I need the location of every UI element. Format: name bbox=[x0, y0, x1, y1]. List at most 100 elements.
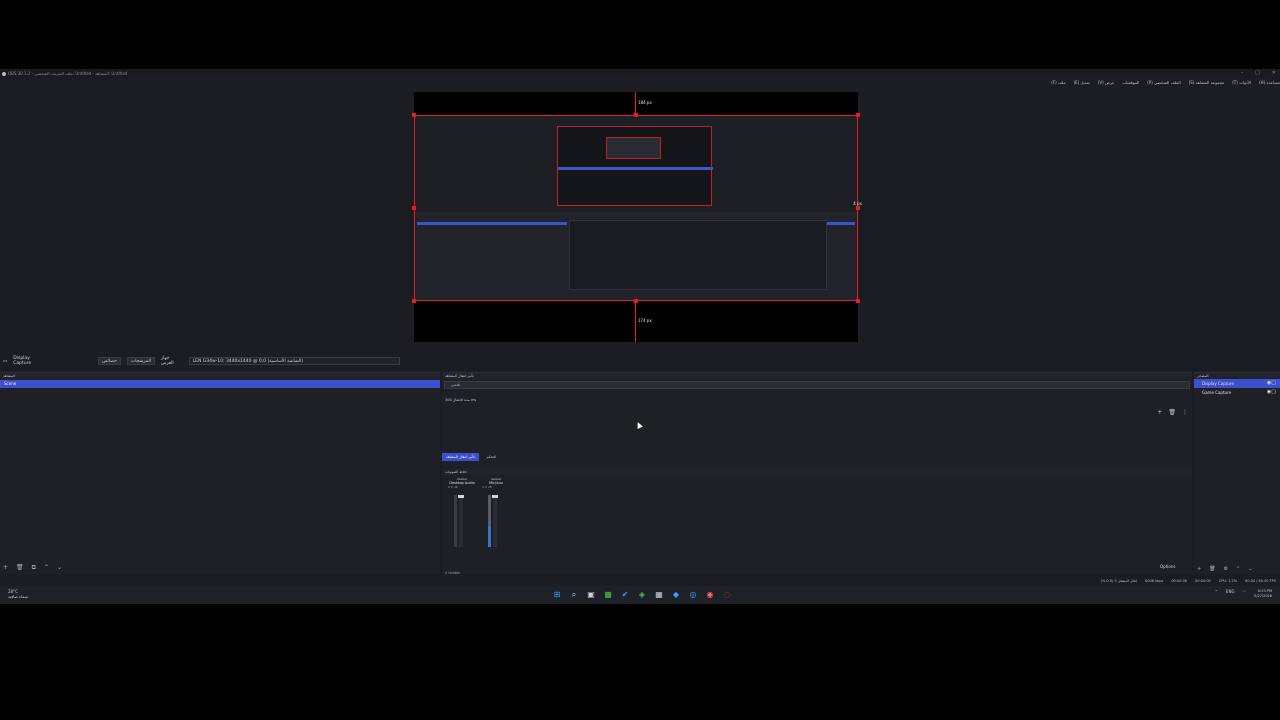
source-item[interactable]: Display Capture ◉▢ bbox=[1194, 379, 1280, 388]
task-view-icon[interactable]: ▣ bbox=[586, 590, 596, 600]
sources-dock: المصادر Display Capture ◉▢ Game Capture … bbox=[1194, 372, 1280, 574]
menu-tools[interactable]: الأدوات (T) bbox=[1232, 78, 1251, 87]
add-source-icon[interactable]: + bbox=[1197, 566, 1201, 572]
scene-filters-icon[interactable]: ⧉ bbox=[32, 564, 36, 572]
duration-label: مدة الانتقال bbox=[452, 398, 470, 402]
title-bar: OBS 30.1.2 - ملف التعريف الشخصي: Untitle… bbox=[0, 69, 1280, 78]
selected-source-name: Display Capture bbox=[13, 356, 32, 366]
display-select[interactable]: LEN G34w-10: 3440x1440 @ 0,0 (الشاشة الأ… bbox=[188, 357, 400, 365]
maximize-button[interactable]: □ bbox=[1255, 69, 1260, 78]
options-button[interactable]: Options bbox=[1160, 564, 1175, 569]
resize-handle-l[interactable] bbox=[412, 206, 416, 210]
move-up-icon[interactable]: ⌃ bbox=[44, 564, 49, 572]
tab-controls[interactable]: التحكم bbox=[483, 453, 501, 461]
clock[interactable]: 8:33 PM 5/27/2026 bbox=[1254, 589, 1272, 599]
captured-source-row bbox=[827, 222, 855, 225]
nested-inner-preview bbox=[606, 137, 661, 159]
rec-time: 00:00:06 bbox=[1171, 579, 1188, 583]
volume-meter bbox=[488, 495, 491, 547]
menu-file[interactable]: ملف (F) bbox=[1051, 78, 1065, 87]
app-icon[interactable]: ▦ bbox=[654, 590, 664, 600]
volume-fader[interactable] bbox=[492, 495, 498, 547]
transitions-dock: تأثير انتقال المشاهد تلاشي مدة الانتقال … bbox=[442, 372, 1192, 575]
menu-edit[interactable]: تعديل (E) bbox=[1074, 78, 1090, 87]
menu-view[interactable]: عرض (V) bbox=[1098, 78, 1115, 87]
app-icon[interactable]: ✔ bbox=[620, 590, 630, 600]
captured-scene-row bbox=[417, 222, 567, 225]
tab-transitions[interactable]: تأثير انتقال المشاهد bbox=[442, 453, 479, 461]
app-icon[interactable]: ◉ bbox=[705, 590, 715, 600]
channel-db: 0.0 dB bbox=[448, 485, 458, 489]
taskbar: 28°C سماء صافية ⊞ ⌕ ▣ ■ ✔ ◈ ▦ ◆ ◎ ◉ ◌ ⌃ … bbox=[0, 586, 1280, 604]
source-toolbar: ▭ Display Capture خصائص المرشحات جهاز ال… bbox=[0, 356, 400, 366]
captured-ui-band bbox=[415, 212, 857, 300]
source-settings-icon[interactable]: ⚙ bbox=[1224, 566, 1228, 572]
transition-menu-icon[interactable]: ⋮ bbox=[1182, 409, 1188, 416]
search-icon[interactable]: ⌕ bbox=[569, 590, 579, 600]
stream-time: 00:00:00 bbox=[1195, 579, 1211, 583]
dropped-frames: إطار المشغل 0 (0.0 %) bbox=[1100, 579, 1137, 583]
display-label: جهاز العرض bbox=[160, 356, 174, 366]
selected-source-bounds[interactable] bbox=[414, 115, 858, 301]
add-transition-icon[interactable]: + bbox=[1157, 409, 1162, 416]
transition-type-select[interactable]: تلاشي bbox=[444, 381, 1190, 389]
source-item[interactable]: Game Capture ◉▢ bbox=[1194, 388, 1280, 397]
menu-help[interactable]: مساعدة (H) bbox=[1259, 78, 1280, 87]
menu-bar: ملف (F) تعديل (E) عرض (V) الموقفيات المل… bbox=[0, 78, 1280, 87]
fps: 60.00 / 60.00 FPS bbox=[1245, 579, 1276, 583]
preview-canvas[interactable]: 184 px 4 px 174 px bbox=[412, 92, 862, 342]
close-button[interactable]: ✕ bbox=[1272, 69, 1276, 78]
captured-dock bbox=[569, 220, 827, 290]
visibility-lock-icon[interactable]: ◉▢ bbox=[1267, 379, 1276, 388]
channel-db: 0.0 dB bbox=[482, 485, 492, 489]
remove-source-icon[interactable]: 🗑 bbox=[1209, 566, 1215, 572]
move-up-icon[interactable]: ⌃ bbox=[1236, 566, 1240, 572]
menu-scene-collection[interactable]: مجموعة المشاهد (S) bbox=[1189, 78, 1225, 87]
preview-area[interactable]: 184 px 4 px 174 px bbox=[0, 87, 1280, 345]
resize-handle-tl[interactable] bbox=[412, 113, 416, 117]
visibility-lock-icon[interactable]: ◉▢ bbox=[1267, 388, 1276, 397]
language-indicator[interactable]: ENG bbox=[1226, 589, 1235, 599]
nested-bar bbox=[558, 167, 713, 170]
obs-taskbar-icon[interactable]: ◌ bbox=[722, 590, 732, 600]
properties-button[interactable]: خصائص bbox=[98, 357, 121, 365]
move-down-icon[interactable]: ⌄ bbox=[57, 564, 62, 572]
add-scene-icon[interactable]: + bbox=[3, 564, 8, 572]
scenes-header: المشاهد bbox=[0, 373, 440, 379]
duration-row: مدة الانتقال 300 ms bbox=[445, 398, 476, 402]
resize-handle-tr[interactable] bbox=[856, 113, 860, 117]
browser-icon[interactable]: ◎ bbox=[688, 590, 698, 600]
resize-handle-br[interactable] bbox=[856, 299, 860, 303]
transitions-header: تأثير انتقال المشاهد bbox=[442, 373, 1192, 379]
fader-knob[interactable] bbox=[458, 495, 464, 498]
app-icon[interactable]: ■ bbox=[603, 590, 613, 600]
move-down-icon[interactable]: ⌄ bbox=[1248, 566, 1252, 572]
fader-knob[interactable] bbox=[492, 495, 498, 498]
scene-item[interactable]: Scene bbox=[0, 380, 440, 388]
tray-chevron-icon[interactable]: ⌃ bbox=[1215, 589, 1218, 599]
weather-widget[interactable]: 28°C سماء صافية bbox=[8, 589, 28, 599]
status-bar: إطار المشغل 0 (0.0 %) 6006 kbps 00:00:06… bbox=[0, 576, 1280, 586]
app-icon[interactable]: ◈ bbox=[637, 590, 647, 600]
menu-profile[interactable]: الملف الشخصي (P) bbox=[1147, 78, 1180, 87]
remove-transition-icon[interactable]: 🗑 bbox=[1168, 409, 1176, 416]
mixer-channel: Global Desktop Audio 0.0 dB bbox=[446, 477, 478, 557]
filters-button[interactable]: المرشحات bbox=[126, 357, 155, 365]
weather-desc: سماء صافية bbox=[8, 594, 28, 599]
source-name: Game Capture bbox=[1202, 390, 1232, 395]
resize-handle-t[interactable] bbox=[634, 113, 638, 117]
start-icon[interactable]: ⊞ bbox=[552, 590, 562, 600]
volume-fader[interactable] bbox=[458, 495, 464, 547]
resize-handle-bl[interactable] bbox=[412, 299, 416, 303]
resize-handle-r[interactable] bbox=[856, 206, 860, 210]
remove-scene-icon[interactable]: 🗑 bbox=[16, 564, 24, 572]
clock-date: 5/27/2026 bbox=[1254, 594, 1272, 598]
mixer-channel: Global Mic/Aux 0.0 dB bbox=[480, 477, 512, 557]
desktop: OBS 30.1.2 - ملف التعريف الشخصي: Untitle… bbox=[0, 0, 1280, 720]
minimize-button[interactable]: – bbox=[1241, 69, 1244, 78]
menu-docks[interactable]: الموقفيات bbox=[1122, 78, 1139, 87]
app-icon[interactable]: ◆ bbox=[671, 590, 681, 600]
audio-mixer: خلاط الصوتيات Global Desktop Audio 0.0 d… bbox=[442, 469, 1192, 575]
top-crop-guide bbox=[635, 92, 636, 115]
network-icon[interactable]: ◠ bbox=[1243, 589, 1247, 599]
